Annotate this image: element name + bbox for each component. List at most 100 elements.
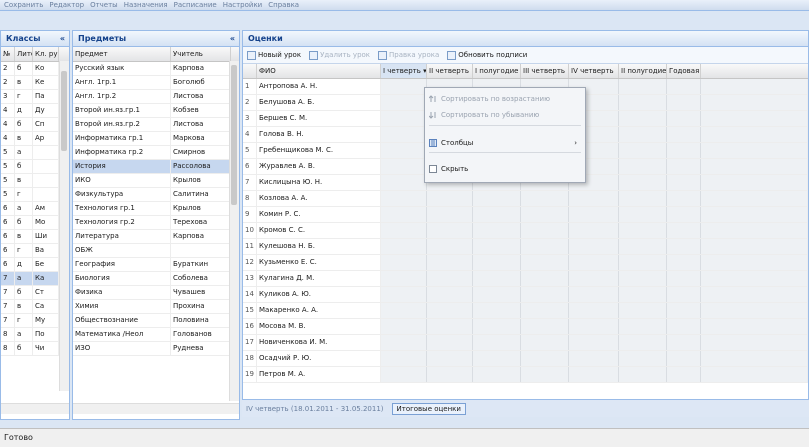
classes-col-teacher[interactable]: Кл. рук.	[33, 47, 59, 61]
subject-row[interactable]: Англ. 1гр.1 Боголюб	[73, 76, 239, 90]
student-name[interactable]: Бершев С. М.	[257, 111, 381, 126]
student-name[interactable]: Комин Р. С.	[257, 207, 381, 222]
grade-cell[interactable]	[619, 239, 667, 254]
student-row[interactable]: 14 Куликов А. Ю.	[243, 287, 808, 303]
grade-cell[interactable]	[473, 223, 521, 238]
grade-cell[interactable]	[569, 287, 619, 302]
grade-cell[interactable]	[427, 207, 473, 222]
classes-col-letter[interactable]: Литера	[15, 47, 33, 61]
collapse-icon[interactable]: «	[60, 31, 65, 47]
grade-cell[interactable]	[381, 127, 427, 142]
student-name[interactable]: Кулешова Н. Б.	[257, 239, 381, 254]
grade-cell[interactable]	[619, 143, 667, 158]
grade-cell[interactable]	[569, 191, 619, 206]
grade-cell[interactable]	[381, 223, 427, 238]
grade-cell[interactable]	[569, 271, 619, 286]
grade-cell[interactable]	[619, 175, 667, 190]
delete-lesson-button[interactable]: Удалить урок	[309, 50, 370, 60]
final-grades-tab[interactable]: Итоговые оценки	[391, 402, 466, 415]
grade-cell[interactable]	[667, 319, 701, 334]
grade-cell[interactable]	[667, 207, 701, 222]
grade-cell[interactable]	[521, 367, 569, 382]
grade-cell[interactable]	[381, 175, 427, 190]
top-toolbar-item[interactable]: Редактор	[49, 0, 84, 10]
grade-cell[interactable]	[521, 191, 569, 206]
grade-cell[interactable]	[521, 207, 569, 222]
subject-row[interactable]: Литература Карпова	[73, 230, 239, 244]
grade-cell[interactable]	[521, 335, 569, 350]
subject-row[interactable]: ОБЖ	[73, 244, 239, 258]
subject-row[interactable]: География Бураткин	[73, 258, 239, 272]
grade-cell[interactable]	[619, 207, 667, 222]
grade-cell[interactable]	[667, 255, 701, 270]
grade-cell[interactable]	[473, 367, 521, 382]
grade-cell[interactable]	[521, 351, 569, 366]
grade-cell[interactable]	[667, 159, 701, 174]
grade-cell[interactable]	[473, 207, 521, 222]
grade-cell[interactable]	[473, 335, 521, 350]
hide-item[interactable]: Скрыть	[425, 162, 585, 176]
student-name[interactable]: Белушова А. Б.	[257, 95, 381, 110]
student-row[interactable]: 17 Новиченкова И. М.	[243, 335, 808, 351]
grades-col-header[interactable]: III четверть	[521, 64, 569, 78]
grade-cell[interactable]	[427, 191, 473, 206]
grade-cell[interactable]	[473, 351, 521, 366]
subject-row[interactable]: Информатика гр.1 Маркова	[73, 132, 239, 146]
grade-cell[interactable]	[381, 207, 427, 222]
student-row[interactable]: 12 Кузьменко Е. С.	[243, 255, 808, 271]
grade-cell[interactable]	[619, 127, 667, 142]
subject-row[interactable]: Технология гр.2 Терехова	[73, 216, 239, 230]
grade-cell[interactable]	[473, 239, 521, 254]
student-name[interactable]: Кислицына Ю. Н.	[257, 175, 381, 190]
grade-cell[interactable]	[381, 159, 427, 174]
grade-cell[interactable]	[619, 287, 667, 302]
student-name[interactable]: Кулагина Д. М.	[257, 271, 381, 286]
grade-cell[interactable]	[667, 79, 701, 94]
grade-cell[interactable]	[667, 367, 701, 382]
grade-cell[interactable]	[667, 239, 701, 254]
subject-row[interactable]: Математика /Неол Голованов	[73, 328, 239, 342]
top-toolbar-item[interactable]: Назначения	[124, 0, 168, 10]
grade-cell[interactable]	[619, 367, 667, 382]
subjects-col-subject[interactable]: Предмет	[73, 47, 171, 61]
grade-cell[interactable]	[667, 111, 701, 126]
grade-cell[interactable]	[381, 95, 427, 110]
grade-cell[interactable]	[521, 271, 569, 286]
collapse-icon[interactable]: «	[230, 31, 235, 47]
grade-cell[interactable]	[381, 367, 427, 382]
grade-cell[interactable]	[427, 367, 473, 382]
grade-cell[interactable]	[619, 191, 667, 206]
grade-cell[interactable]	[427, 255, 473, 270]
grade-cell[interactable]	[569, 207, 619, 222]
subject-row[interactable]: Обществознание Половина	[73, 314, 239, 328]
subject-row[interactable]: Физика Чувашев	[73, 286, 239, 300]
student-name[interactable]: Кузьменко Е. С.	[257, 255, 381, 270]
grades-col-header[interactable]: I четверть ▾	[381, 64, 427, 78]
subjects-hscrollbar[interactable]	[73, 403, 239, 414]
classes-col-number[interactable]: №	[1, 47, 15, 61]
student-name[interactable]: Макаренко А. А.	[257, 303, 381, 318]
grade-cell[interactable]	[381, 303, 427, 318]
grade-cell[interactable]	[381, 111, 427, 126]
grades-col-header[interactable]: II полугодие	[619, 64, 667, 78]
grade-cell[interactable]	[667, 175, 701, 190]
period-selector[interactable]: IV четверть (18.01.2011 - 31.05.2011)	[246, 405, 384, 413]
grade-cell[interactable]	[381, 79, 427, 94]
grade-cell[interactable]	[667, 271, 701, 286]
subjects-scrollbar[interactable]	[229, 61, 239, 401]
grade-cell[interactable]	[427, 351, 473, 366]
student-name[interactable]: Голова В. Н.	[257, 127, 381, 142]
grade-cell[interactable]	[381, 239, 427, 254]
grade-cell[interactable]	[619, 223, 667, 238]
grade-cell[interactable]	[667, 303, 701, 318]
grade-cell[interactable]	[473, 303, 521, 318]
grade-cell[interactable]	[427, 271, 473, 286]
student-row[interactable]: 19 Петров М. А.	[243, 367, 808, 383]
student-row[interactable]: 9 Комин Р. С.	[243, 207, 808, 223]
grade-cell[interactable]	[619, 95, 667, 110]
grade-cell[interactable]	[619, 271, 667, 286]
grade-cell[interactable]	[521, 287, 569, 302]
grade-cell[interactable]	[569, 255, 619, 270]
student-row[interactable]: 16 Мосова М. В.	[243, 319, 808, 335]
grades-col-header[interactable]: IV четверть	[569, 64, 619, 78]
